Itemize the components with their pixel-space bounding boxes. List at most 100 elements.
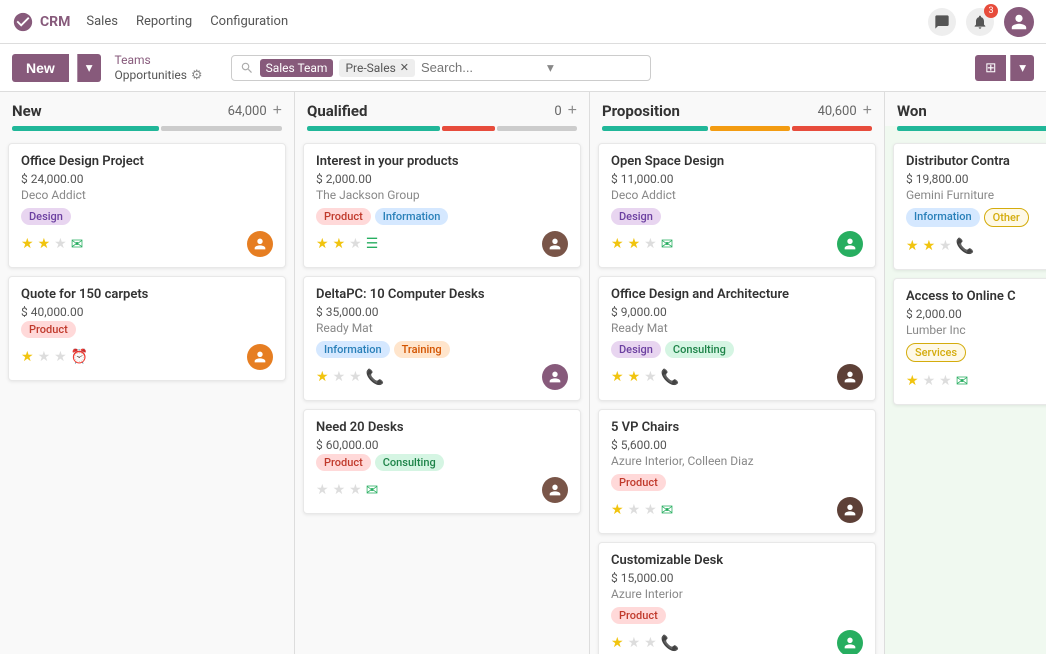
star-filled[interactable]: ★ [923, 238, 936, 254]
kanban-card[interactable]: Open Space Design $ 11,000.00 Deco Addic… [598, 143, 876, 268]
star-filled[interactable]: ★ [628, 369, 641, 385]
column-add-button[interactable]: + [863, 102, 872, 120]
kanban-card[interactable]: Need 20 Desks $ 60,000.00 ProductConsult… [303, 409, 581, 514]
card-tag[interactable]: Product [611, 474, 666, 491]
card-tag[interactable]: Other [984, 208, 1029, 227]
kanban-card[interactable]: DeltaPC: 10 Computer Desks $ 35,000.00 R… [303, 276, 581, 401]
pre-sales-tag-close[interactable]: ✕ [400, 61, 409, 74]
card-tag[interactable]: Design [611, 208, 661, 225]
star-filled[interactable]: ★ [316, 236, 329, 252]
card-tag[interactable]: Product [316, 208, 371, 225]
column-add-button[interactable]: + [273, 102, 282, 120]
kanban-card[interactable]: Interest in your products $ 2,000.00 The… [303, 143, 581, 268]
kanban-card[interactable]: 5 VP Chairs $ 5,600.00 Azure Interior, C… [598, 409, 876, 534]
card-tags: Design [21, 208, 273, 225]
kanban-card[interactable]: Quote for 150 carpets $ 40,000.00 Produc… [8, 276, 286, 381]
star-empty[interactable]: ★ [939, 373, 952, 389]
pre-sales-tag[interactable]: Pre-Sales ✕ [339, 59, 415, 77]
search-input[interactable] [421, 60, 541, 75]
column-title: Proposition [602, 102, 812, 120]
star-filled[interactable]: ★ [316, 369, 329, 385]
card-footer: ★★★ 📞 [316, 364, 568, 390]
star-empty[interactable]: ★ [349, 236, 362, 252]
card-tag[interactable]: Information [906, 208, 980, 227]
star-empty[interactable]: ★ [644, 635, 657, 651]
star-filled[interactable]: ★ [611, 635, 624, 651]
sales-team-tag[interactable]: Sales Team [260, 59, 334, 77]
star-empty[interactable]: ★ [333, 369, 346, 385]
card-company: Lumber Inc [906, 323, 1046, 337]
kanban-card[interactable]: Customizable Desk $ 15,000.00 Azure Inte… [598, 542, 876, 654]
user-avatar[interactable] [1004, 7, 1034, 37]
star-empty[interactable]: ★ [38, 349, 51, 365]
nav-configuration[interactable]: Configuration [210, 14, 288, 29]
column-header: New 64,000 + [0, 92, 294, 126]
star-empty[interactable]: ★ [54, 349, 67, 365]
activity-icon[interactable]: 3 [966, 8, 994, 36]
star-empty[interactable]: ★ [628, 502, 641, 518]
breadcrumb: Teams Opportunities ⚙ [115, 53, 203, 83]
chat-icon[interactable] [928, 8, 956, 36]
star-empty[interactable]: ★ [644, 236, 657, 252]
email-icon: ✉ [661, 501, 674, 519]
card-tag[interactable]: Design [611, 341, 661, 358]
star-filled[interactable]: ★ [906, 238, 919, 254]
card-tag[interactable]: Consulting [665, 341, 734, 358]
new-dropdown-button[interactable]: ▾ [77, 54, 101, 82]
column-add-button[interactable]: + [568, 102, 577, 120]
nav-reporting[interactable]: Reporting [136, 14, 192, 29]
star-filled[interactable]: ★ [21, 349, 34, 365]
kanban-card[interactable]: Access to Online C $ 2,000.00 Lumber Inc… [893, 278, 1046, 405]
star-empty[interactable]: ★ [349, 482, 362, 498]
topnav-right: 3 [928, 7, 1034, 37]
card-title: Access to Online C [906, 289, 1046, 304]
card-tag[interactable]: Product [316, 454, 371, 471]
star-empty[interactable]: ★ [644, 502, 657, 518]
view-dropdown-button[interactable]: ▾ [1010, 55, 1034, 81]
star-empty[interactable]: ★ [923, 373, 936, 389]
card-footer: ★★★ ✉ [611, 231, 863, 257]
star-empty[interactable]: ★ [939, 238, 952, 254]
kanban-card[interactable]: Office Design Project $ 24,000.00 Deco A… [8, 143, 286, 268]
kanban-view-button[interactable]: ⊞ [975, 55, 1006, 81]
breadcrumb-parent[interactable]: Teams [115, 53, 203, 67]
star-empty[interactable]: ★ [316, 482, 329, 498]
star-empty[interactable]: ★ [54, 236, 67, 252]
card-tag[interactable]: Information [375, 208, 449, 225]
card-title: Office Design Project [21, 154, 273, 169]
card-tags: InformationTraining [316, 341, 568, 358]
card-avatar [837, 364, 863, 390]
nav-sales[interactable]: Sales [86, 14, 118, 29]
card-tag[interactable]: Consulting [375, 454, 444, 471]
card-tags: ProductInformation [316, 208, 568, 225]
star-filled[interactable]: ★ [611, 236, 624, 252]
star-filled[interactable]: ★ [333, 236, 346, 252]
column-proposition: Proposition 40,600 + Open Space Design $… [590, 92, 885, 654]
star-empty[interactable]: ★ [333, 482, 346, 498]
star-empty[interactable]: ★ [628, 635, 641, 651]
card-tag[interactable]: Training [394, 341, 450, 358]
card-tag[interactable]: Information [316, 341, 390, 358]
kanban-card[interactable]: Distributor Contra $ 19,800.00 Gemini Fu… [893, 143, 1046, 270]
logo[interactable]: CRM [12, 11, 70, 33]
progress-segment [710, 126, 790, 131]
star-filled[interactable]: ★ [38, 236, 51, 252]
card-title: Open Space Design [611, 154, 863, 169]
new-button[interactable]: New [12, 54, 69, 82]
star-empty[interactable]: ★ [644, 369, 657, 385]
card-tag[interactable]: Product [21, 321, 76, 338]
card-tag[interactable]: Design [21, 208, 71, 225]
card-tag[interactable]: Services [906, 343, 966, 362]
subheader: New ▾ Teams Opportunities ⚙ Sales Team P… [0, 44, 1046, 92]
settings-gear-icon[interactable]: ⚙ [191, 67, 203, 83]
kanban-card[interactable]: Office Design and Architecture $ 9,000.0… [598, 276, 876, 401]
star-empty[interactable]: ★ [349, 369, 362, 385]
star-filled[interactable]: ★ [611, 502, 624, 518]
card-tags: Design [611, 208, 863, 225]
card-tag[interactable]: Product [611, 607, 666, 624]
star-filled[interactable]: ★ [906, 373, 919, 389]
star-filled[interactable]: ★ [611, 369, 624, 385]
star-filled[interactable]: ★ [21, 236, 34, 252]
search-dropdown-button[interactable]: ▾ [547, 60, 554, 76]
star-filled[interactable]: ★ [628, 236, 641, 252]
